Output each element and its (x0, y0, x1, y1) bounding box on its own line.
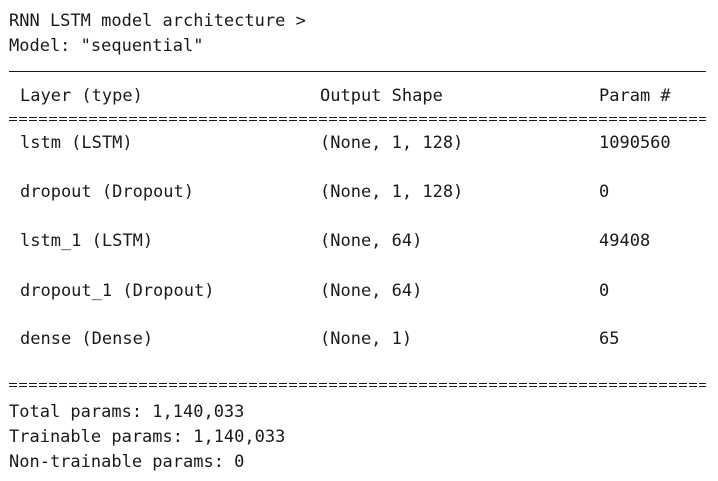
layer-cell: lstm (LSTM) (20, 133, 133, 153)
output-shape-cell: (None, 1, 128) (320, 133, 464, 153)
output-title: RNN LSTM model architecture > (9, 11, 306, 31)
column-header-output-shape: Output Shape (320, 86, 443, 106)
footer-double-rule (9, 383, 706, 387)
param-count-cell: 65 (599, 329, 620, 349)
non-trainable-params-line: Non-trainable params: 0 (9, 452, 245, 472)
column-header-param-count: Param # (599, 86, 671, 106)
header-double-rule (9, 117, 706, 121)
output-shape-cell: (None, 64) (320, 231, 423, 251)
layer-cell: lstm_1 (LSTM) (20, 231, 154, 251)
output-shape-cell: (None, 1) (320, 329, 413, 349)
param-count-cell: 0 (599, 182, 610, 202)
table-row: dense (Dense) (None, 1) 65 (0, 328, 718, 350)
model-name-line: Model: "sequential" (9, 36, 204, 56)
table-row: dropout_1 (Dropout) (None, 64) 0 (0, 280, 718, 302)
table-header-row: Layer (type) Output Shape Param # (0, 85, 718, 107)
output-shape-cell: (None, 64) (320, 281, 423, 301)
layer-cell: dense (Dense) (20, 329, 154, 349)
layer-cell: dropout_1 (Dropout) (20, 281, 215, 301)
layer-cell: dropout (Dropout) (20, 182, 194, 202)
table-row: lstm_1 (LSTM) (None, 64) 49408 (0, 230, 718, 252)
param-count-cell: 49408 (599, 231, 651, 251)
total-params-line: Total params: 1,140,033 (9, 402, 245, 422)
top-rule (9, 71, 706, 72)
table-row: dropout (Dropout) (None, 1, 128) 0 (0, 181, 718, 203)
param-count-cell: 0 (599, 281, 610, 301)
param-count-cell: 1090560 (599, 133, 671, 153)
table-row: lstm (LSTM) (None, 1, 128) 1090560 (0, 132, 718, 154)
output-shape-cell: (None, 1, 128) (320, 182, 464, 202)
column-header-layer: Layer (type) (20, 86, 143, 106)
trainable-params-line: Trainable params: 1,140,033 (9, 427, 286, 447)
